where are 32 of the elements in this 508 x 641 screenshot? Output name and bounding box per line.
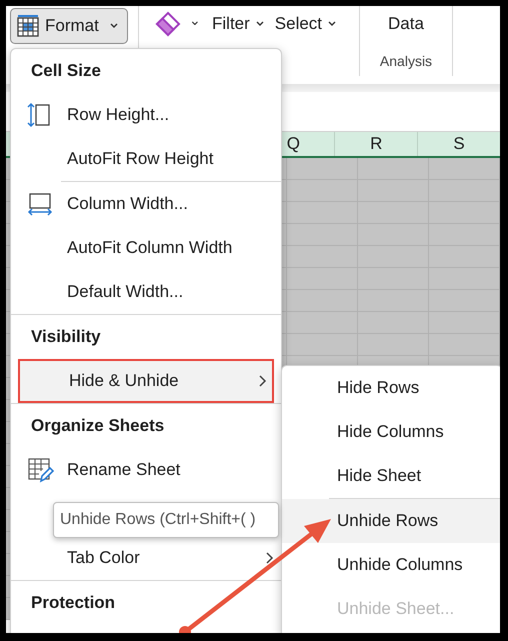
caret-icon bbox=[254, 20, 265, 28]
group-label: Analysis bbox=[380, 53, 432, 69]
menu-item[interactable]: Tab Color bbox=[11, 536, 281, 580]
data-button[interactable]: Data bbox=[385, 10, 427, 38]
menu-item[interactable]: AutoFit Column Width bbox=[11, 226, 281, 270]
rename-sheet-icon bbox=[27, 457, 55, 483]
submenu-item[interactable]: Unhide Columns bbox=[282, 543, 500, 587]
caret-icon bbox=[108, 22, 119, 30]
column-width-icon bbox=[27, 192, 53, 216]
submenu-item[interactable]: Unhide Rows bbox=[282, 499, 500, 543]
section-heading: Organize Sheets bbox=[30, 415, 166, 437]
column-header[interactable]: R bbox=[334, 132, 418, 156]
column-header[interactable]: S bbox=[417, 132, 500, 156]
format-button[interactable]: Format bbox=[10, 8, 128, 44]
section-heading: Protection bbox=[30, 592, 116, 614]
caret-icon bbox=[327, 20, 338, 28]
filter-button[interactable]: Filter bbox=[209, 10, 268, 38]
submenu-item[interactable]: Hide Rows bbox=[282, 366, 500, 410]
section-heading: Cell Size bbox=[30, 60, 102, 82]
select-button[interactable]: Select bbox=[272, 10, 340, 38]
row-height-icon bbox=[27, 102, 51, 128]
eraser-icon bbox=[155, 11, 181, 37]
clear-button[interactable]: ⌄ bbox=[151, 10, 205, 38]
table-icon bbox=[16, 14, 40, 38]
menu-item[interactable]: Column Width... bbox=[11, 182, 281, 226]
menu-item[interactable]: Rename Sheet bbox=[11, 448, 281, 492]
submenu-item[interactable]: Hide Sheet bbox=[282, 454, 500, 498]
tooltip: Unhide Rows (Ctrl+Shift+( ) bbox=[53, 502, 279, 538]
menu-item[interactable]: Default Width... bbox=[11, 270, 281, 314]
section-heading: Visibility bbox=[30, 326, 102, 348]
submenu-item[interactable]: Hide Columns bbox=[282, 410, 500, 454]
highlighted-menu-item[interactable]: Hide & Unhide bbox=[18, 359, 274, 403]
